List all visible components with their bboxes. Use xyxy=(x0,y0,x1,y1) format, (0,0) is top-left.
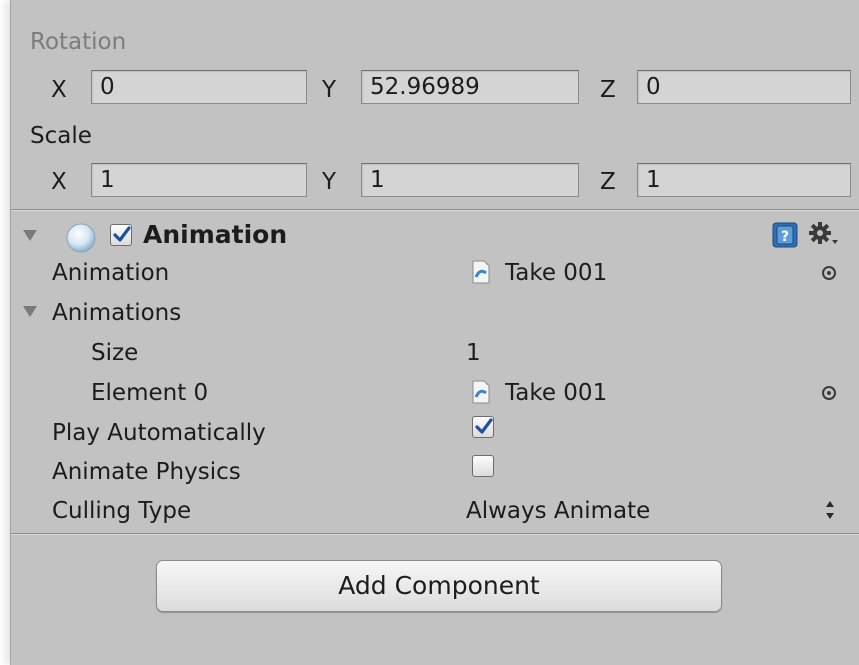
animation-property-label: Animation xyxy=(52,260,170,286)
bottom-divider xyxy=(11,533,859,535)
component-divider xyxy=(11,209,859,211)
rotation-x-label[interactable]: X xyxy=(51,76,67,104)
element0-value[interactable]: Take 001 xyxy=(505,379,607,407)
animations-foldout-arrow-icon[interactable] xyxy=(23,306,37,317)
rotation-y-field[interactable]: 52.96989 xyxy=(361,70,579,104)
scale-y-label[interactable]: Y xyxy=(322,168,336,196)
scale-x-label[interactable]: X xyxy=(51,168,67,196)
help-book-icon[interactable]: ? xyxy=(772,222,798,248)
animation-component-icon xyxy=(66,223,96,253)
component-title: Animation xyxy=(143,220,288,249)
dropdown-arrows-icon[interactable] xyxy=(824,498,836,522)
rotation-y-label[interactable]: Y xyxy=(322,76,336,104)
animate-physics-checkbox[interactable] xyxy=(472,455,494,477)
scale-y-field[interactable]: 1 xyxy=(361,163,579,197)
scale-z-field[interactable]: 1 xyxy=(637,163,851,197)
animate-physics-label: Animate Physics xyxy=(52,459,241,485)
element0-label: Element 0 xyxy=(91,380,209,406)
play-automatically-checkbox[interactable] xyxy=(472,416,494,438)
object-picker-icon[interactable] xyxy=(822,386,836,400)
scale-x-field[interactable]: 1 xyxy=(91,163,307,197)
object-picker-icon[interactable] xyxy=(822,266,836,280)
animation-property-value[interactable]: Take 001 xyxy=(505,259,607,287)
rotation-z-field[interactable]: 0 xyxy=(637,70,851,104)
culling-type-dropdown[interactable]: Always Animate xyxy=(466,497,650,525)
scale-label: Scale xyxy=(30,123,92,149)
play-automatically-label: Play Automatically xyxy=(52,420,266,446)
component-enabled-checkbox[interactable] xyxy=(110,224,132,246)
culling-type-label: Culling Type xyxy=(52,498,192,524)
rotation-label: Rotation xyxy=(30,29,127,55)
animation-clip-icon xyxy=(472,260,490,284)
size-value[interactable]: 1 xyxy=(466,339,481,367)
svg-text:?: ? xyxy=(781,229,789,245)
scale-z-label[interactable]: Z xyxy=(600,168,616,196)
rotation-x-field[interactable]: 0 xyxy=(91,70,307,104)
rotation-z-label[interactable]: Z xyxy=(600,76,616,104)
foldout-arrow-icon[interactable] xyxy=(23,230,37,241)
gear-icon[interactable] xyxy=(808,220,840,250)
animations-array-label[interactable]: Animations xyxy=(52,299,181,327)
size-label: Size xyxy=(91,340,139,366)
add-component-button[interactable]: Add Component xyxy=(156,560,722,612)
animation-clip-icon xyxy=(472,380,490,404)
inspector-panel: Rotation X 0 Y 52.96989 Z 0 Scale X 1 Y … xyxy=(10,0,859,665)
